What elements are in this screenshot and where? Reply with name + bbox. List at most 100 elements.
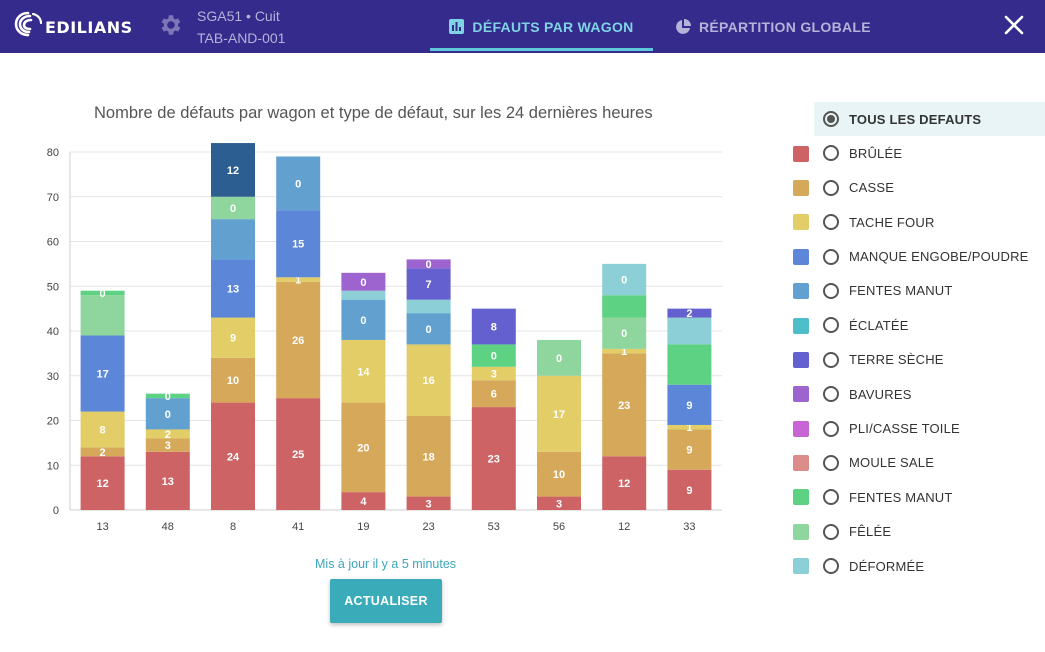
y-tick-label: 10 — [47, 460, 59, 472]
legend-radio-option[interactable]: CASSE — [814, 171, 1045, 205]
segment-value-label: 3 — [165, 440, 171, 452]
tab-repartition-globale[interactable]: RÉPARTITION GLOBALE — [675, 0, 871, 53]
radio-unchecked-icon[interactable] — [823, 420, 839, 437]
radio-unchecked-icon[interactable] — [823, 317, 839, 334]
legend-color-swatch — [793, 523, 809, 540]
segment-value-label: 25 — [292, 449, 304, 461]
segment-value-label: 12 — [618, 478, 630, 490]
segment-value-label: 24 — [227, 451, 240, 463]
close-icon[interactable] — [1003, 14, 1025, 36]
legend-item[interactable]: BAVURES — [790, 377, 1045, 411]
segment-value-label: 18 — [422, 451, 434, 463]
bar-segment — [341, 290, 386, 300]
segment-value-label: 9 — [230, 333, 236, 345]
settings-gear-icon[interactable] — [157, 12, 183, 38]
legend-label: TOUS LES DEFAUTS — [849, 111, 982, 127]
segment-value-label: 23 — [618, 400, 630, 412]
x-tick-label: 19 — [357, 521, 369, 533]
pie-chart-icon — [675, 18, 691, 35]
legend-label: FENTES MANUT — [849, 489, 953, 505]
legend-color-swatch — [793, 558, 809, 575]
legend-item[interactable]: PLI/CASSE TOILE — [790, 412, 1045, 446]
radio-unchecked-icon[interactable] — [823, 489, 839, 506]
legend-label: BRÛLÉE — [849, 145, 903, 161]
radio-unchecked-icon[interactable] — [823, 179, 839, 196]
legend-radio-option[interactable]: FENTES MANUT — [814, 274, 1045, 308]
radio-unchecked-icon[interactable] — [823, 454, 839, 471]
segment-value-label: 26 — [292, 335, 304, 347]
segment-value-label: 0 — [426, 324, 432, 336]
segment-value-label: 0 — [360, 277, 366, 289]
legend-radio-option[interactable]: ÉCLATÉE — [814, 308, 1045, 342]
segment-value-label: 10 — [553, 469, 565, 481]
legend-item[interactable]: ÉCLATÉE — [790, 308, 1045, 342]
x-tick-label: 41 — [292, 521, 304, 533]
radio-unchecked-icon[interactable] — [823, 523, 839, 540]
machine-info: SGA51 • Cuit TAB-AND-001 — [197, 5, 285, 49]
legend-radio-option[interactable]: FÊLÉE — [814, 515, 1045, 549]
legend-item[interactable]: MANQUE ENGOBE/POUDRE — [790, 240, 1045, 274]
bar-segment — [602, 295, 647, 318]
legend-color-swatch — [793, 386, 809, 403]
tab-defauts-par-wagon[interactable]: DÉFAUTS PAR WAGON — [430, 0, 653, 53]
radio-checked-icon[interactable] — [823, 111, 839, 127]
y-tick-label: 80 — [47, 147, 59, 159]
legend-item[interactable]: FENTES MANUT — [790, 480, 1045, 514]
legend-item-all[interactable]: TOUS LES DEFAUTS — [790, 102, 1045, 136]
legend-item[interactable]: BRÛLÉE — [790, 136, 1045, 170]
segment-value-label: 12 — [96, 478, 108, 490]
radio-unchecked-icon[interactable] — [823, 214, 839, 231]
legend-radio-option[interactable]: MOULE SALE — [814, 446, 1045, 480]
bar-segment — [667, 317, 712, 345]
segment-value-label: 0 — [491, 351, 497, 363]
radio-unchecked-icon[interactable] — [823, 248, 839, 265]
radio-unchecked-icon[interactable] — [823, 282, 839, 299]
stacked-bar-chart: 0102030405060708012281701313320048241091… — [47, 143, 722, 533]
bar-segment — [211, 219, 255, 260]
segment-value-label: 2 — [165, 429, 171, 441]
legend-color-swatch — [793, 283, 809, 300]
legend-item[interactable]: MOULE SALE — [790, 446, 1045, 480]
radio-unchecked-icon[interactable] — [823, 351, 839, 368]
segment-value-label: 12 — [227, 165, 239, 177]
refresh-button[interactable]: ACTUALISER — [330, 579, 442, 623]
segment-value-label: 23 — [488, 454, 500, 466]
edilians-logo: EDILIANS — [14, 10, 133, 38]
legend-label: CASSE — [849, 180, 895, 196]
x-tick-label: 12 — [618, 521, 630, 533]
legend-color-swatch — [793, 145, 809, 162]
legend-color-swatch — [793, 420, 809, 437]
machine-code: TAB-AND-001 — [197, 30, 286, 46]
legend-item[interactable]: DÉFORMÉE — [790, 549, 1045, 583]
legend-radio-option[interactable]: FENTES MANUT — [814, 480, 1045, 514]
legend-radio-option[interactable]: DÉFORMÉE — [814, 549, 1045, 583]
legend-item[interactable]: FENTES MANUT — [790, 274, 1045, 308]
tab-label: DÉFAUTS PAR WAGON — [472, 18, 634, 35]
segment-value-label: 0 — [165, 409, 171, 421]
radio-unchecked-icon[interactable] — [823, 386, 839, 403]
legend-color-swatch — [793, 455, 809, 472]
legend-radio-option[interactable]: TACHE FOUR — [814, 205, 1045, 239]
legend-item[interactable]: CASSE — [790, 171, 1045, 205]
x-tick-label: 23 — [422, 521, 434, 533]
legend-label: TERRE SÈCHE — [849, 352, 944, 368]
legend-label: BAVURES — [849, 386, 912, 402]
segment-value-label: 14 — [357, 366, 370, 378]
segment-value-label: 4 — [360, 496, 367, 508]
segment-value-label: 0 — [426, 259, 432, 271]
segment-value-label: 0 — [295, 178, 301, 190]
radio-unchecked-icon[interactable] — [823, 558, 839, 575]
legend-radio-option[interactable]: TERRE SÈCHE — [814, 343, 1045, 377]
legend-radio-option[interactable]: BRÛLÉE — [814, 136, 1045, 170]
legend-item[interactable]: TERRE SÈCHE — [790, 343, 1045, 377]
legend-label: ÉCLATÉE — [849, 317, 909, 333]
legend-item[interactable]: TACHE FOUR — [790, 205, 1045, 239]
legend-radio-option[interactable]: PLI/CASSE TOILE — [814, 412, 1045, 446]
segment-value-label: 8 — [100, 424, 106, 436]
legend-item[interactable]: FÊLÉE — [790, 515, 1045, 549]
legend-radio-option[interactable]: BAVURES — [814, 377, 1045, 411]
legend-radio-option[interactable]: MANQUE ENGOBE/POUDRE — [814, 240, 1045, 274]
legend-radio-option[interactable]: TOUS LES DEFAUTS — [814, 102, 1045, 136]
radio-unchecked-icon[interactable] — [823, 145, 839, 162]
segment-value-label: 3 — [426, 498, 432, 510]
